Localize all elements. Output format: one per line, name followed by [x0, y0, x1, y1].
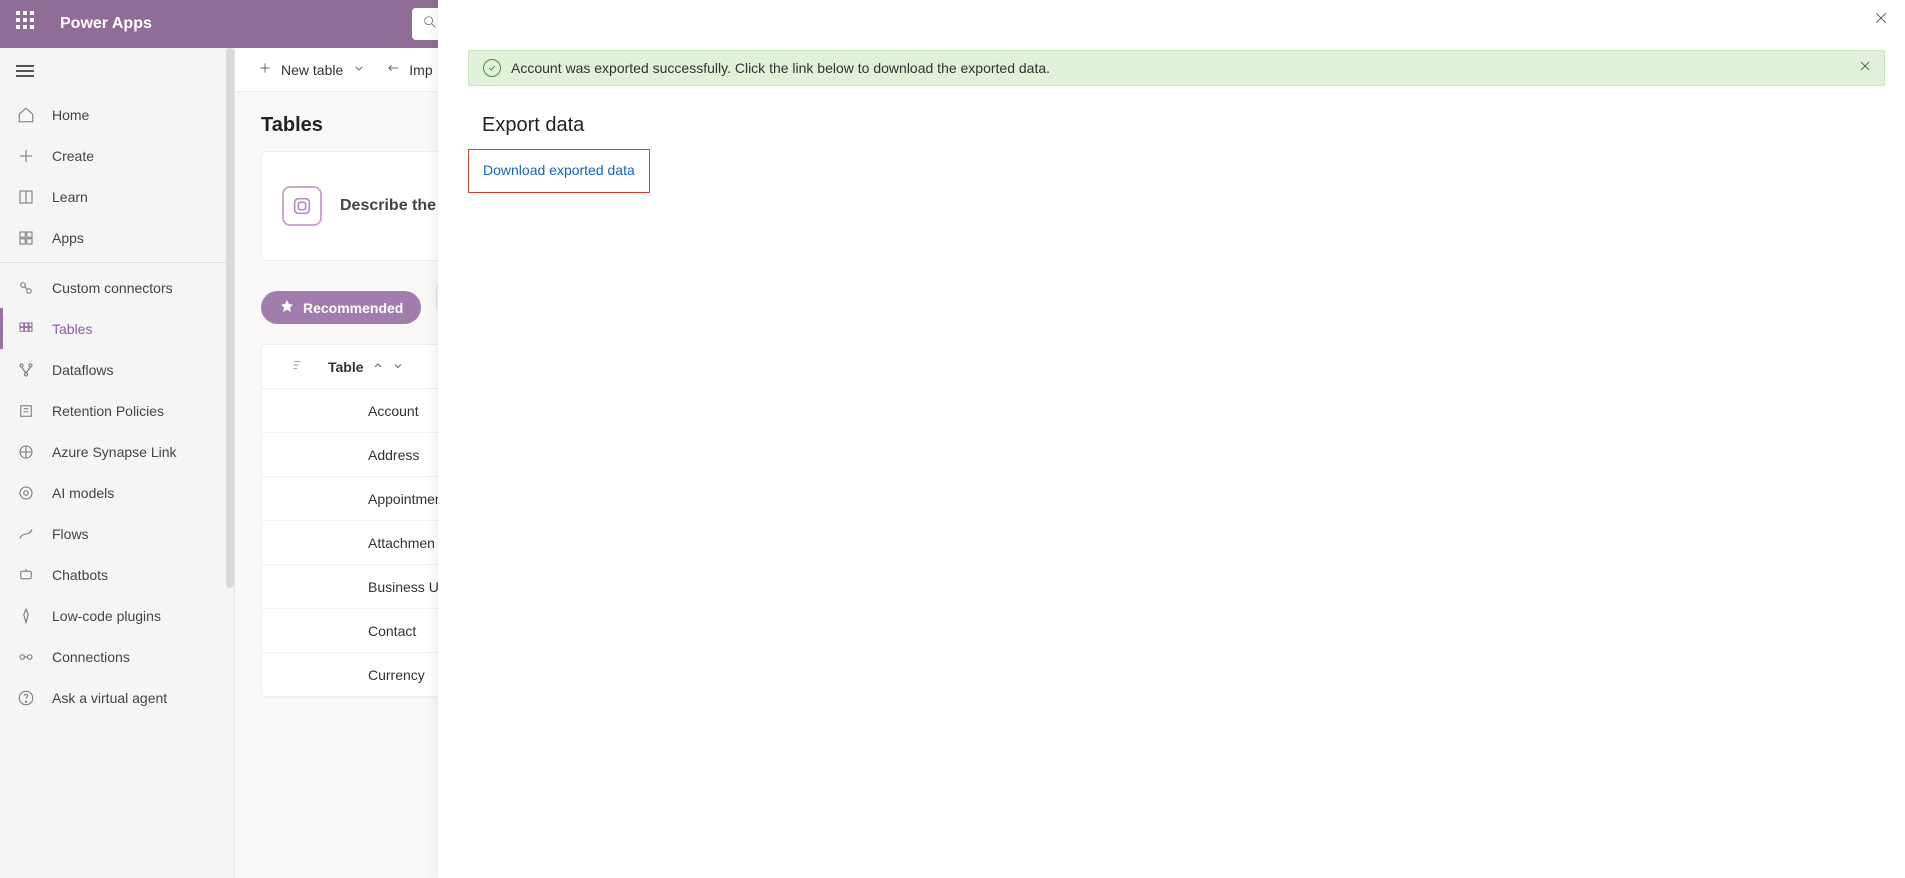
sidebar-item-apps[interactable]: Apps [0, 217, 234, 258]
sidebar-item-label: Home [52, 107, 89, 123]
copilot-card-text: Describe the [340, 197, 436, 215]
ai-icon [16, 483, 36, 503]
table-row-label: Account [368, 403, 419, 419]
sidebar-item-label: Dataflows [52, 362, 113, 378]
table-row[interactable]: Contact [262, 609, 460, 653]
download-exported-data-link[interactable]: Download exported data [483, 162, 635, 178]
sidebar-item-label: Ask a virtual agent [52, 690, 167, 706]
panel-title: Export data [482, 114, 1905, 137]
tables-list: Table Account Address Appointmen Attachm… [261, 344, 461, 698]
table-row-label: Attachmen [368, 535, 435, 551]
import-button[interactable]: Imp [385, 60, 432, 79]
sidebar-item-custom-connectors[interactable]: Custom connectors [0, 267, 234, 308]
sidebar-scrollbar[interactable] [226, 48, 234, 588]
sidebar-item-dataflows[interactable]: Dataflows [0, 349, 234, 390]
sidebar-item-label: Custom connectors [52, 280, 173, 296]
sidebar-item-retention[interactable]: Retention Policies [0, 390, 234, 431]
app-launcher-icon[interactable] [16, 11, 42, 37]
app-title: Power Apps [60, 15, 152, 33]
table-row-label: Address [368, 447, 419, 463]
sidebar-item-label: Connections [52, 649, 130, 665]
sidebar-item-label: Create [52, 148, 94, 164]
recommended-pill[interactable]: Recommended [261, 291, 421, 324]
sidebar-item-home[interactable]: Home [0, 94, 234, 135]
sidebar-item-label: Tables [52, 321, 92, 337]
sidebar-item-label: AI models [52, 485, 114, 501]
search-icon [422, 14, 438, 35]
import-icon [385, 60, 401, 79]
chevron-down-icon [392, 359, 404, 375]
new-table-button[interactable]: New table [257, 60, 367, 79]
table-header[interactable]: Table [262, 345, 460, 389]
connector-icon [16, 278, 36, 298]
dataflows-icon [16, 360, 36, 380]
copilot-icon [282, 186, 322, 226]
sidebar-item-label: Flows [52, 526, 89, 542]
sidebar-item-flows[interactable]: Flows [0, 513, 234, 554]
synapse-icon [16, 442, 36, 462]
sort-icon [290, 358, 304, 375]
table-header-label: Table [328, 359, 364, 375]
sidebar-item-virtual-agent[interactable]: Ask a virtual agent [0, 677, 234, 718]
plus-icon [257, 60, 273, 79]
sidebar-item-label: Learn [52, 189, 88, 205]
close-notice-button[interactable] [1858, 59, 1874, 75]
sidebar-item-tables[interactable]: Tables [0, 308, 234, 349]
table-row[interactable]: Attachmen [262, 521, 460, 565]
home-icon [16, 105, 36, 125]
sidebar-item-connections[interactable]: Connections [0, 636, 234, 677]
import-label: Imp [409, 62, 432, 78]
sort-asc-icon [372, 359, 384, 375]
download-highlight-box: Download exported data [468, 149, 650, 193]
sidebar-item-label: Azure Synapse Link [52, 444, 177, 460]
sidebar-item-create[interactable]: Create [0, 135, 234, 176]
table-row[interactable]: Business U [262, 565, 460, 609]
sidebar-item-synapse[interactable]: Azure Synapse Link [0, 431, 234, 472]
plus-icon [16, 146, 36, 166]
sidebar-item-ai-models[interactable]: AI models [0, 472, 234, 513]
sidebar-item-label: Retention Policies [52, 403, 164, 419]
retention-icon [16, 401, 36, 421]
chevron-down-icon [351, 60, 367, 79]
success-notice: Account was exported successfully. Click… [468, 50, 1885, 86]
new-table-label: New table [281, 62, 343, 78]
table-row[interactable]: Account [262, 389, 460, 433]
apps-icon [16, 228, 36, 248]
sidebar-item-label: Apps [52, 230, 84, 246]
table-row[interactable]: Appointmen [262, 477, 460, 521]
table-row[interactable]: Currency [262, 653, 460, 697]
flows-icon [16, 524, 36, 544]
notice-text: Account was exported successfully. Click… [511, 60, 1050, 76]
table-row-label: Contact [368, 623, 416, 639]
success-check-icon [483, 59, 501, 77]
star-icon [279, 298, 295, 317]
table-row-label: Appointmen [368, 491, 443, 507]
connections-icon [16, 647, 36, 667]
close-panel-button[interactable] [1873, 10, 1891, 28]
sidebar-item-label: Chatbots [52, 567, 108, 583]
hamburger-icon[interactable] [0, 48, 234, 94]
sidebar-item-chatbots[interactable]: Chatbots [0, 554, 234, 595]
table-row-label: Currency [368, 667, 425, 683]
table-row-label: Business U [368, 579, 439, 595]
table-row[interactable]: Address [262, 433, 460, 477]
sidebar-item-label: Low-code plugins [52, 608, 161, 624]
sidebar-item-plugins[interactable]: Low-code plugins [0, 595, 234, 636]
book-icon [16, 187, 36, 207]
tables-icon [16, 319, 36, 339]
sidebar: Home Create Learn Apps Custom connectors… [0, 48, 235, 878]
help-icon [16, 688, 36, 708]
chatbot-icon [16, 565, 36, 585]
sidebar-item-learn[interactable]: Learn [0, 176, 234, 217]
plugin-icon [16, 606, 36, 626]
recommended-label: Recommended [303, 300, 403, 316]
export-panel: Account was exported successfully. Click… [438, 0, 1905, 878]
